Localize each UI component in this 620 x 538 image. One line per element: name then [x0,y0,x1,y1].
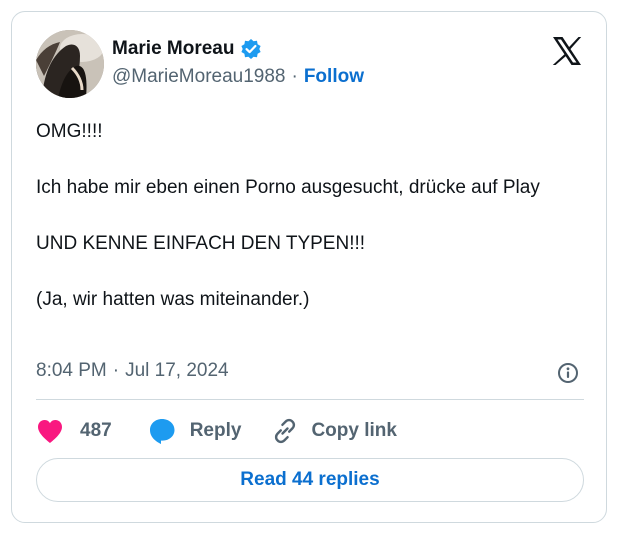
avatar[interactable] [36,30,104,98]
copy-link-button[interactable]: Copy link [271,417,397,445]
divider [36,399,584,400]
author-name[interactable]: Marie Moreau [112,37,234,61]
copy-link-label: Copy link [311,420,397,441]
like-count: 487 [80,420,112,441]
speech-bubble-icon [149,419,175,444]
x-logo-icon[interactable] [550,34,584,68]
reply-button[interactable]: Reply [148,417,242,445]
follow-button[interactable]: Follow [304,65,364,89]
tweet-line: (Ja, wir hatten was miteinander.) [36,289,310,310]
tweet-time: 8:04 PM [36,360,107,381]
verified-badge-icon [241,39,262,59]
tweet-date: Jul 17, 2024 [125,360,229,381]
author-handle[interactable]: @MarieMoreau1988 [112,65,286,89]
tweet-timestamp[interactable]: 8:04 PM · Jul 17, 2024 [36,359,229,383]
handle-separator: · [291,66,298,87]
tweet-card: Marie Moreau @MarieMoreau1988 · Follow O… [11,11,607,523]
heart-icon [38,420,62,443]
read-replies-label: Read 44 replies [240,469,380,490]
action-bar: 487 Reply Copy link [36,416,397,446]
reply-label: Reply [189,420,242,441]
like-button[interactable]: 487 [36,418,112,444]
tweet-line: OMG!!!! [36,121,103,142]
link-icon [275,418,296,444]
read-replies-button[interactable]: Read 44 replies [36,458,584,502]
tweet-line: Ich habe mir eben einen Porno ausgesucht… [36,177,540,198]
date-separator: · [112,360,120,381]
avatar-image [36,30,104,98]
info-icon[interactable] [557,362,579,384]
tweet-line: UND KENNE EINFACH DEN TYPEN!!! [36,233,366,254]
tweet-text: OMG!!!! Ich habe mir eben einen Porno au… [36,118,576,314]
